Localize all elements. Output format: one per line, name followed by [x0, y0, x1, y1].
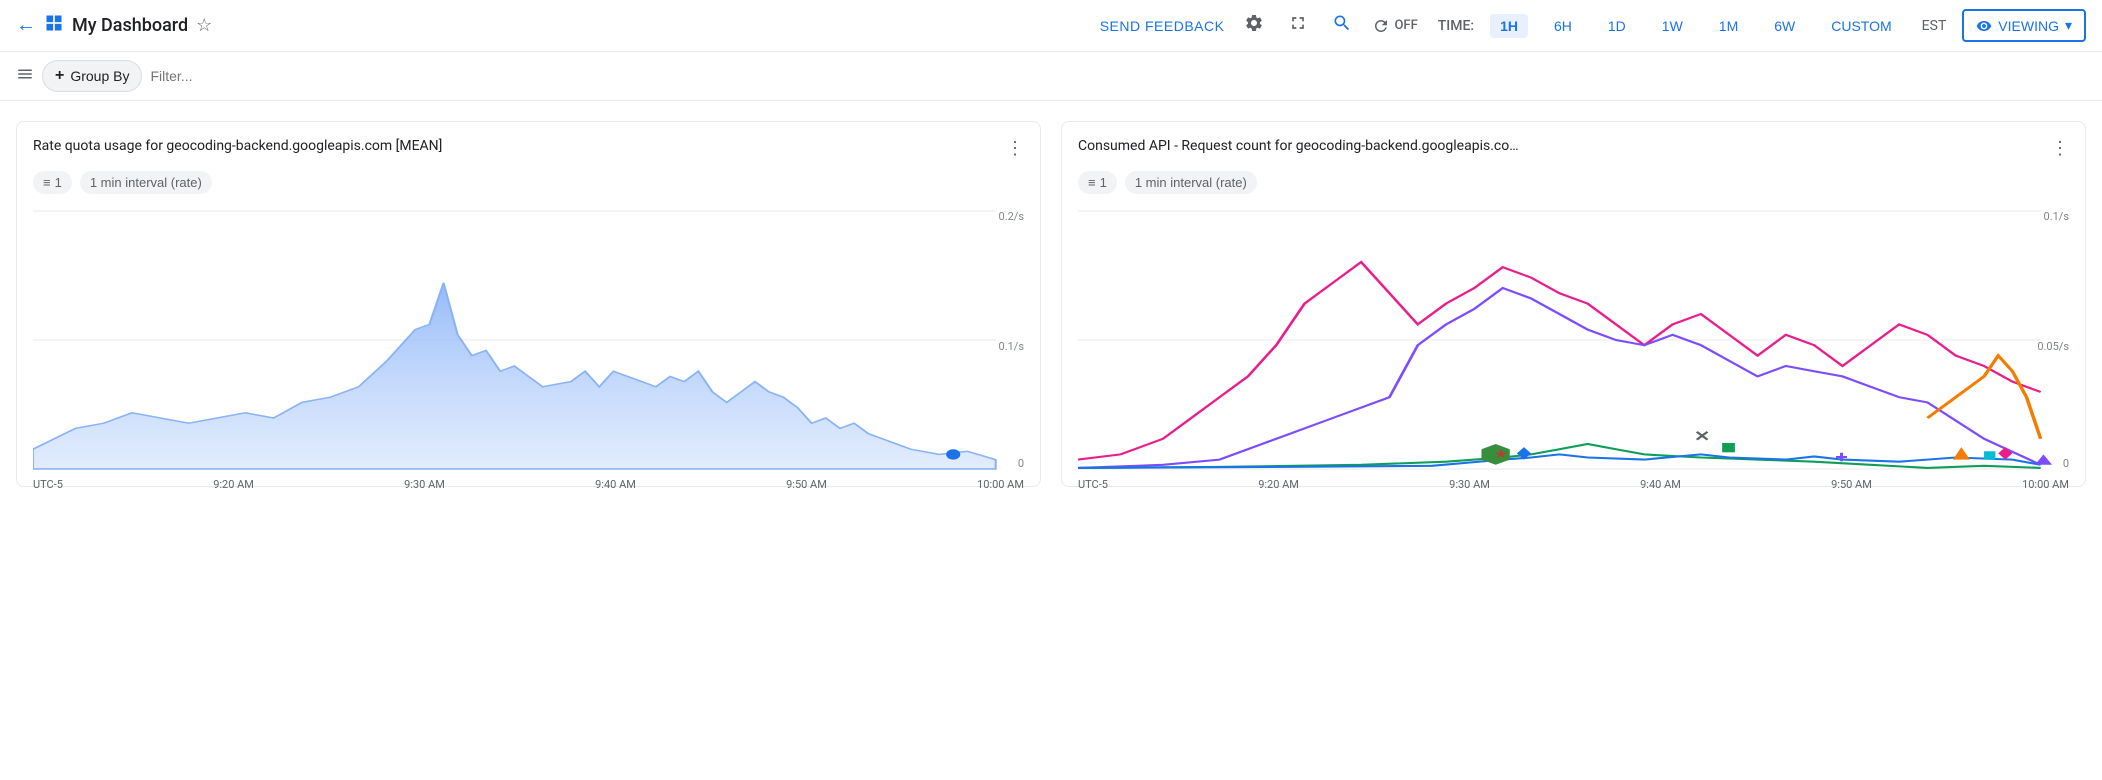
time-1m-button[interactable]: 1M	[1709, 14, 1748, 38]
star-button[interactable]: ☆	[196, 15, 212, 36]
timezone-label: EST	[1922, 18, 1947, 34]
group-by-label: Group By	[70, 68, 129, 84]
x-label-2-4: 9:50 AM	[1831, 478, 1872, 491]
interval-chip-1[interactable]: 1 min interval (rate)	[80, 171, 212, 194]
chart-x-labels-1: UTC-5 9:20 AM 9:30 AM 9:40 AM 9:50 AM 10…	[33, 478, 1024, 491]
back-button[interactable]: ←	[16, 14, 36, 37]
chart-x-labels-2: UTC-5 9:20 AM 9:30 AM 9:40 AM 9:50 AM 10…	[1078, 478, 2069, 491]
send-feedback-button[interactable]: SEND FEEDBACK	[1100, 18, 1225, 34]
time-1h-button[interactable]: 1H	[1490, 14, 1528, 38]
back-icon: ←	[16, 14, 36, 36]
y-zero-2: 0	[2063, 457, 2069, 470]
card-header-1: Rate quota usage for geocoding-backend.g…	[33, 138, 1024, 159]
search-button[interactable]	[1328, 9, 1356, 42]
header-actions: SEND FEEDBACK OFF TIME: 1H 6H 1D 1W 1M 6…	[1100, 9, 2086, 42]
viewing-dropdown-icon: ▾	[2065, 17, 2072, 34]
time-6w-button[interactable]: 6W	[1764, 14, 1805, 38]
fullscreen-button[interactable]	[1284, 9, 1312, 42]
plus-icon: +	[55, 67, 64, 85]
chart-filters-2: ≡ 1 1 min interval (rate)	[1078, 171, 2069, 194]
x-label-2-2: 9:30 AM	[1449, 478, 1490, 491]
time-6h-button[interactable]: 6H	[1544, 14, 1582, 38]
chart-filters-1: ≡ 1 1 min interval (rate)	[33, 171, 1024, 194]
viewing-button[interactable]: VIEWING ▾	[1962, 9, 2086, 42]
toolbar: + Group By	[0, 52, 2102, 101]
y-max-2: 0.1/s	[2044, 210, 2069, 223]
filter-count-2: 1	[1100, 175, 1107, 190]
interval-label-2: 1 min interval (rate)	[1135, 175, 1247, 190]
refresh-group: OFF	[1372, 17, 1417, 35]
x-label-2-0: UTC-5	[1078, 478, 1108, 491]
svg-text:*: *	[1496, 448, 1506, 467]
filter-icon-1: ≡	[43, 175, 51, 190]
x-label-1: 9:20 AM	[213, 478, 254, 491]
y-mid-2: 0.05/s	[2037, 340, 2069, 353]
x-label-2-5: 10:00 AM	[2022, 478, 2069, 491]
chart-area-1: 0.2/s 0.1/s 0	[33, 210, 1024, 470]
filter-count-1: 1	[55, 175, 62, 190]
chart-svg-1	[33, 210, 1024, 470]
chart-svg-2: * ✕ +	[1078, 210, 2069, 470]
x-label-2: 9:30 AM	[404, 478, 445, 491]
chart-card-1: Rate quota usage for geocoding-backend.g…	[16, 121, 1041, 487]
main-content: Rate quota usage for geocoding-backend.g…	[0, 101, 2102, 507]
y-max-1: 0.2/s	[999, 210, 1024, 223]
chart-card-2: Consumed API - Request count for geocodi…	[1061, 121, 2086, 487]
chart-title-2: Consumed API - Request count for geocodi…	[1078, 138, 1519, 154]
x-label-4: 9:50 AM	[786, 478, 827, 491]
chart-more-button-2[interactable]: ⋮	[2051, 138, 2069, 159]
time-custom-button[interactable]: CUSTOM	[1821, 14, 1901, 38]
filter-input[interactable]	[150, 68, 2086, 84]
chart-title-1: Rate quota usage for geocoding-backend.g…	[33, 138, 442, 154]
group-by-button[interactable]: + Group By	[42, 60, 142, 92]
dashboard-icon	[44, 13, 64, 38]
filter-icon-2: ≡	[1088, 175, 1096, 190]
y-mid-1: 0.1/s	[999, 340, 1024, 353]
time-1w-button[interactable]: 1W	[1652, 14, 1693, 38]
interval-chip-2[interactable]: 1 min interval (rate)	[1125, 171, 1257, 194]
y-zero-1: 0	[1018, 457, 1024, 470]
x-label-2-3: 9:40 AM	[1640, 478, 1681, 491]
header-left: ← My Dashboard ☆	[16, 13, 1088, 38]
x-label-2-1: 9:20 AM	[1258, 478, 1299, 491]
x-label-5: 10:00 AM	[977, 478, 1024, 491]
filter-chip-2[interactable]: ≡ 1	[1078, 171, 1117, 194]
viewing-label: VIEWING	[1998, 18, 2059, 34]
refresh-off-label: OFF	[1394, 18, 1417, 33]
time-1d-button[interactable]: 1D	[1598, 14, 1636, 38]
x-label-0: UTC-5	[33, 478, 63, 491]
settings-button[interactable]	[1240, 9, 1268, 42]
chart-area-2: 0.1/s 0.05/s 0	[1078, 210, 2069, 470]
filter-chip-1[interactable]: ≡ 1	[33, 171, 72, 194]
card-header-2: Consumed API - Request count for geocodi…	[1078, 138, 2069, 159]
x-label-3: 9:40 AM	[595, 478, 636, 491]
chart-more-button-1[interactable]: ⋮	[1006, 138, 1024, 159]
interval-label-1: 1 min interval (rate)	[90, 175, 202, 190]
time-label: TIME:	[1438, 18, 1474, 34]
menu-icon[interactable]	[16, 65, 34, 88]
header: ← My Dashboard ☆ SEND FEEDBACK OFF TIME:…	[0, 0, 2102, 52]
svg-text:+: +	[1835, 448, 1848, 467]
svg-text:✕: ✕	[1694, 428, 1711, 445]
page-title: My Dashboard	[72, 15, 188, 36]
